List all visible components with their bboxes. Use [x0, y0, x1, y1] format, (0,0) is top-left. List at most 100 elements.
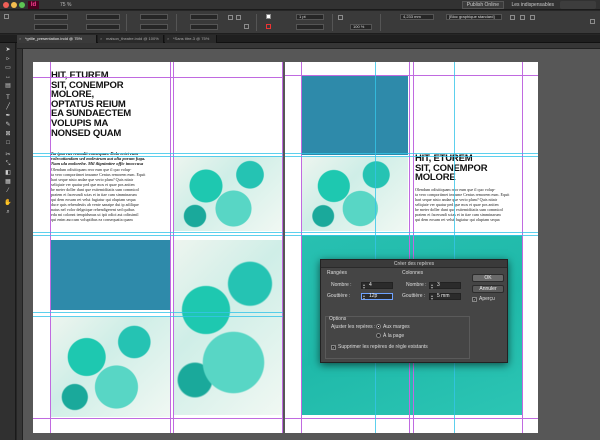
- panel-menu-icon[interactable]: [590, 19, 595, 24]
- type-tool-icon[interactable]: T: [4, 95, 12, 102]
- rotation-field[interactable]: [190, 14, 218, 20]
- note-tool-icon[interactable]: ▦: [4, 179, 12, 186]
- direct-selection-tool-icon[interactable]: ▹: [4, 56, 12, 63]
- scale-y-field[interactable]: [140, 24, 168, 30]
- gap-tool-icon[interactable]: ↔: [4, 74, 12, 81]
- fill-swatch-icon[interactable]: [266, 14, 271, 19]
- flip-icon[interactable]: [236, 15, 241, 20]
- publish-online-button[interactable]: Publish Online: [461, 1, 504, 9]
- horizontal-ruler[interactable]: [17, 43, 600, 49]
- cols-number-input[interactable]: ▴ ▾ 3: [429, 282, 461, 289]
- ruler-guide: [33, 232, 283, 233]
- separator: [126, 14, 127, 31]
- scissors-tool-icon[interactable]: ✂: [4, 152, 12, 159]
- hand-tool-icon[interactable]: ✋: [4, 200, 12, 207]
- frame-fitting-icon[interactable]: [510, 15, 515, 20]
- teal-block[interactable]: [51, 240, 170, 310]
- stroke-swatch-icon[interactable]: [266, 24, 271, 29]
- margin-guide: [285, 418, 538, 419]
- stepper-icon[interactable]: ▴ ▾: [431, 283, 433, 290]
- right-page[interactable]: HIT, ETUREM SIT, CONEMPOR MOLORE Olendum…: [285, 62, 538, 433]
- scale-x-field[interactable]: [140, 14, 168, 20]
- rows-number-input[interactable]: ▴ ▾ 4: [361, 282, 393, 289]
- margin-guide: [50, 62, 51, 433]
- minimize-window-button[interactable]: [11, 2, 17, 8]
- free-transform-tool-icon[interactable]: ⤡: [4, 161, 12, 168]
- pen-tool-icon[interactable]: ✒: [4, 113, 12, 120]
- remove-existing-checkbox[interactable]: ✓ Supprimer les repères de règle existant…: [331, 344, 428, 351]
- line-tool-icon[interactable]: ╱: [4, 104, 12, 111]
- watercolor-image[interactable]: [51, 317, 170, 417]
- help-search-input[interactable]: [560, 1, 596, 9]
- workspace-switcher[interactable]: Les indispensables: [511, 1, 554, 9]
- preview-checkbox[interactable]: ✓ Aperçu: [472, 296, 495, 303]
- rotate-icon[interactable]: [228, 15, 233, 20]
- zoom-tool-icon[interactable]: ⌕: [4, 209, 12, 216]
- tab-label: maison_theatre.indd @ 100%: [106, 36, 159, 41]
- content-collector-icon[interactable]: ▤: [4, 83, 12, 90]
- frame-fitting-icon[interactable]: [530, 15, 535, 20]
- close-window-button[interactable]: [3, 2, 9, 8]
- tab-label: *Sans titre-3 @ 75%: [173, 36, 210, 41]
- watercolor-image[interactable]: [173, 240, 283, 415]
- ruler-guide: [285, 235, 538, 236]
- rectangle-frame-tool-icon[interactable]: ⊠: [4, 131, 12, 138]
- rectangle-tool-icon[interactable]: □: [4, 140, 12, 147]
- stroke-weight-field[interactable]: 1 pt: [296, 14, 324, 20]
- ok-button[interactable]: OK: [472, 274, 504, 282]
- radio-icon: [376, 324, 381, 329]
- separator: [176, 14, 177, 31]
- selection-tool-icon[interactable]: ➤: [4, 47, 12, 54]
- cols-number-value: 3: [437, 282, 440, 288]
- cancel-button[interactable]: Annuler: [472, 285, 504, 293]
- watercolor-image[interactable]: [302, 156, 408, 231]
- close-icon[interactable]: ×: [100, 35, 102, 43]
- tab-grille-presentation[interactable]: × *grille_presentation.indd @ 75%: [17, 35, 97, 43]
- fit-margins-radio[interactable]: Aux marges: [376, 324, 410, 331]
- height-field[interactable]: [86, 24, 120, 30]
- frame-fitting-icon[interactable]: [520, 15, 525, 20]
- teal-block[interactable]: [302, 75, 408, 155]
- x-position-field[interactable]: [34, 14, 68, 20]
- close-icon[interactable]: ×: [19, 35, 21, 43]
- corner-size-value: 4,233 mm: [403, 14, 421, 19]
- cols-gutter-input[interactable]: ▴ ▾ 5 mm: [429, 293, 461, 300]
- fit-page-radio[interactable]: À la page: [376, 333, 404, 340]
- eyedropper-tool-icon[interactable]: ⁄: [4, 188, 12, 195]
- left-page[interactable]: HIT, ETUREM SIT, CONEMPOR MOLORE, OPTATU…: [33, 62, 283, 433]
- pencil-tool-icon[interactable]: ✎: [4, 122, 12, 129]
- vertical-ruler[interactable]: [17, 49, 23, 440]
- stepper-icon[interactable]: ▴ ▾: [363, 294, 365, 301]
- stepper-icon[interactable]: ▴ ▾: [363, 283, 365, 290]
- reference-point-icon[interactable]: [4, 14, 9, 19]
- document-tab-bar: × *grille_presentation.indd @ 75% × mais…: [0, 35, 600, 43]
- tab-maison-theatre[interactable]: × maison_theatre.indd @ 100%: [98, 35, 164, 43]
- effects-icon[interactable]: [338, 15, 343, 20]
- zoom-level[interactable]: 75 %: [60, 1, 71, 9]
- close-icon[interactable]: ×: [167, 35, 169, 43]
- corner-size-field[interactable]: 4,233 mm: [400, 14, 434, 20]
- margin-guide: [301, 62, 302, 433]
- page-tool-icon[interactable]: ▭: [4, 65, 12, 72]
- fit-page-label: À la page: [383, 333, 405, 339]
- opacity-field[interactable]: 100 %: [350, 24, 372, 30]
- preview-label: Aperçu: [479, 296, 495, 302]
- select-container-icon[interactable]: [244, 24, 249, 29]
- cols-gutter-label: Gouttière :: [402, 293, 426, 299]
- stepper-icon[interactable]: ▴ ▾: [431, 294, 433, 301]
- rows-gutter-input[interactable]: ▴ ▾ 12p: [361, 293, 393, 300]
- zoom-window-button[interactable]: [19, 2, 25, 8]
- title-bar: Id 75 % Publish Online Les indispensable…: [0, 0, 600, 10]
- width-field[interactable]: [86, 14, 120, 20]
- gradient-tool-icon[interactable]: ◧: [4, 170, 12, 177]
- opacity-value: 100 %: [353, 24, 365, 29]
- tab-sans-titre[interactable]: × *Sans titre-3 @ 75%: [165, 35, 217, 43]
- stroke-type-select[interactable]: [296, 24, 324, 30]
- document-canvas[interactable]: HIT, ETUREM SIT, CONEMPOR MOLORE, OPTATU…: [17, 43, 600, 440]
- cols-number-label: Nombre :: [406, 282, 427, 288]
- create-guides-dialog: Créer des repères Rangées Nombre : ▴ ▾ 4 …: [320, 259, 508, 363]
- watercolor-image[interactable]: [173, 156, 283, 231]
- shear-field[interactable]: [190, 24, 218, 30]
- object-style-select[interactable]: [Bloc graphique standard]: [446, 14, 502, 20]
- y-position-field[interactable]: [34, 24, 68, 30]
